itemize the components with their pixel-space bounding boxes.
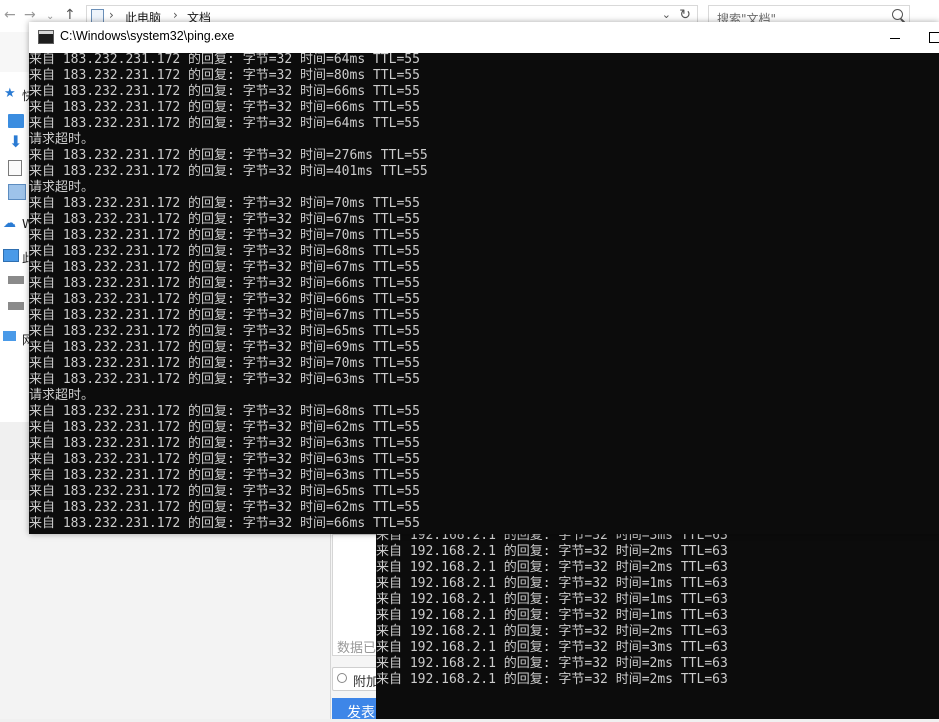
form-hint-text: 数据已 — [337, 641, 377, 656]
attach-icon — [337, 673, 347, 683]
console-line: 来自 192.168.2.1 的回复: 字节=32 时间=1ms TTL=63 — [376, 608, 728, 623]
console-line: 请求超时。 — [29, 132, 95, 147]
search-icon[interactable] — [892, 9, 903, 20]
console-line: 来自 183.232.231.172 的回复: 字节=32 时间=401ms T… — [29, 164, 428, 179]
nav-item-network[interactable]: 网 — [0, 328, 34, 348]
console-line: 来自 183.232.231.172 的回复: 字节=32 时间=63ms TT… — [29, 436, 420, 451]
console-line: 来自 183.232.231.172 的回复: 字节=32 时间=64ms TT… — [29, 116, 420, 131]
computer-icon — [3, 249, 19, 262]
console-app-icon — [38, 30, 54, 44]
console-line: 来自 183.232.231.172 的回复: 字节=32 时间=66ms TT… — [29, 100, 420, 115]
console-line: 来自 192.168.2.1 的回复: 字节=32 时间=2ms TTL=63 — [376, 560, 728, 575]
console-line: 来自 183.232.231.172 的回复: 字节=32 时间=70ms TT… — [29, 356, 420, 371]
publish-button[interactable]: 发表 — [332, 698, 382, 721]
console-line: 来自 183.232.231.172 的回复: 字节=32 时间=66ms TT… — [29, 292, 420, 307]
ping-output-area: 来自 183.232.231.172 的回复: 字节=32 时间=64ms TT… — [29, 53, 939, 534]
star-icon: ★ — [4, 86, 16, 101]
minimize-button[interactable] — [880, 22, 910, 53]
console-line: 来自 183.232.231.172 的回复: 字节=32 时间=66ms TT… — [29, 516, 420, 531]
console-line: 来自 183.232.231.172 的回复: 字节=32 时间=67ms TT… — [29, 212, 420, 227]
console-line: 来自 183.232.231.172 的回复: 字节=32 时间=65ms TT… — [29, 484, 420, 499]
console-line: 来自 192.168.2.1 的回复: 字节=32 时间=1ms TTL=63 — [376, 576, 728, 591]
forward-arrow-icon[interactable]: → — [24, 7, 36, 23]
refresh-icon[interactable]: ↻ — [679, 7, 691, 23]
console-line: 来自 183.232.231.172 的回复: 字节=32 时间=66ms TT… — [29, 276, 420, 291]
publish-button-label: 发表 — [347, 705, 375, 721]
console-line: 来自 183.232.231.172 的回复: 字节=32 时间=68ms TT… — [29, 244, 420, 259]
console-line: 来自 192.168.2.1 的回复: 字节=32 时间=3ms TTL=63 — [376, 640, 728, 655]
nav-item-this-pc[interactable]: 此 — [0, 246, 34, 266]
ping-output-lines: 来自 183.232.231.172 的回复: 字节=32 时间=64ms TT… — [29, 53, 428, 532]
ping-window-titlebar[interactable]: C:\Windows\system32\ping.exe — [29, 22, 939, 53]
drive-icon[interactable] — [8, 276, 24, 284]
console-line: 来自 183.232.231.172 的回复: 字节=32 时间=65ms TT… — [29, 324, 420, 339]
console-line: 来自 183.232.231.172 的回复: 字节=32 时间=64ms TT… — [29, 53, 420, 67]
console-line: 来自 183.232.231.172 的回复: 字节=32 时间=70ms TT… — [29, 196, 420, 211]
console-line: 来自 183.232.231.172 的回复: 字节=32 时间=67ms TT… — [29, 260, 420, 275]
pictures-icon[interactable] — [8, 184, 26, 200]
console-line: 来自 192.168.2.1 的回复: 字节=32 时间=2ms TTL=63 — [376, 672, 728, 687]
console-line: 来自 183.232.231.172 的回复: 字节=32 时间=63ms TT… — [29, 468, 420, 483]
explorer-ribbon: 组织 — [0, 32, 30, 94]
nav-item-quick-access[interactable]: ★ 快 — [0, 84, 34, 104]
console-line: 来自 192.168.2.1 的回复: 字节=32 时间=2ms TTL=63 — [376, 544, 728, 559]
console-line: 来自 183.232.231.172 的回复: 字节=32 时间=63ms TT… — [29, 452, 420, 467]
console-line: 来自 183.232.231.172 的回复: 字节=32 时间=69ms TT… — [29, 340, 420, 355]
drive-icon[interactable] — [8, 302, 24, 310]
router-ping-console[interactable]: 来自 192.168.2.1 的回复: 字节=32 时间=3ms TTL=63 来… — [376, 532, 939, 719]
nav-item-onedrive[interactable]: ☁ W — [0, 214, 34, 234]
router-ping-output: 来自 192.168.2.1 的回复: 字节=32 时间=3ms TTL=63 来… — [376, 532, 728, 688]
ping-window-title: C:\Windows\system32\ping.exe — [60, 29, 235, 43]
up-arrow-icon[interactable]: ↑ — [64, 7, 76, 23]
console-line: 来自 192.168.2.1 的回复: 字节=32 时间=1ms TTL=63 — [376, 592, 728, 607]
console-line: 来自 183.232.231.172 的回复: 字节=32 时间=62ms TT… — [29, 420, 420, 435]
console-line: 请求超时。 — [29, 388, 95, 403]
console-line: 来自 183.232.231.172 的回复: 字节=32 时间=68ms TT… — [29, 404, 420, 419]
console-line: 来自 183.232.231.172 的回复: 字节=32 时间=63ms TT… — [29, 372, 420, 387]
console-line: 来自 192.168.2.1 的回复: 字节=32 时间=2ms TTL=63 — [376, 656, 728, 671]
breadcrumb-separator-icon: › — [109, 8, 114, 22]
document-icon[interactable] — [8, 160, 22, 176]
ping-console-window[interactable]: C:\Windows\system32\ping.exe 来自 183.232.… — [29, 22, 939, 534]
cloud-icon: ☁ — [3, 216, 16, 231]
console-line: 来自 183.232.231.172 的回复: 字节=32 时间=70ms TT… — [29, 228, 420, 243]
breadcrumb-separator-icon: › — [173, 8, 178, 22]
console-line: 来自 183.232.231.172 的回复: 字节=32 时间=276ms T… — [29, 148, 428, 163]
console-line: 来自 183.232.231.172 的回复: 字节=32 时间=66ms TT… — [29, 84, 420, 99]
download-arrow-icon[interactable]: ⬇ — [9, 132, 22, 151]
console-line: 请求超时。 — [29, 180, 95, 195]
desktop-icon[interactable] — [8, 114, 24, 128]
network-icon — [3, 331, 16, 341]
address-dropdown-icon[interactable]: ⌄ — [662, 8, 671, 21]
console-line: 来自 192.168.2.1 的回复: 字节=32 时间=2ms TTL=63 — [376, 624, 728, 639]
explorer-nav-pane: ★ 快 ⬇ ☁ W 此 网 — [0, 72, 34, 422]
maximize-button[interactable] — [923, 22, 939, 53]
console-line: 来自 183.232.231.172 的回复: 字节=32 时间=62ms TT… — [29, 500, 420, 515]
console-line: 来自 183.232.231.172 的回复: 字节=32 时间=67ms TT… — [29, 308, 420, 323]
console-line: 来自 183.232.231.172 的回复: 字节=32 时间=80ms TT… — [29, 68, 420, 83]
back-arrow-icon[interactable]: ← — [4, 7, 16, 23]
